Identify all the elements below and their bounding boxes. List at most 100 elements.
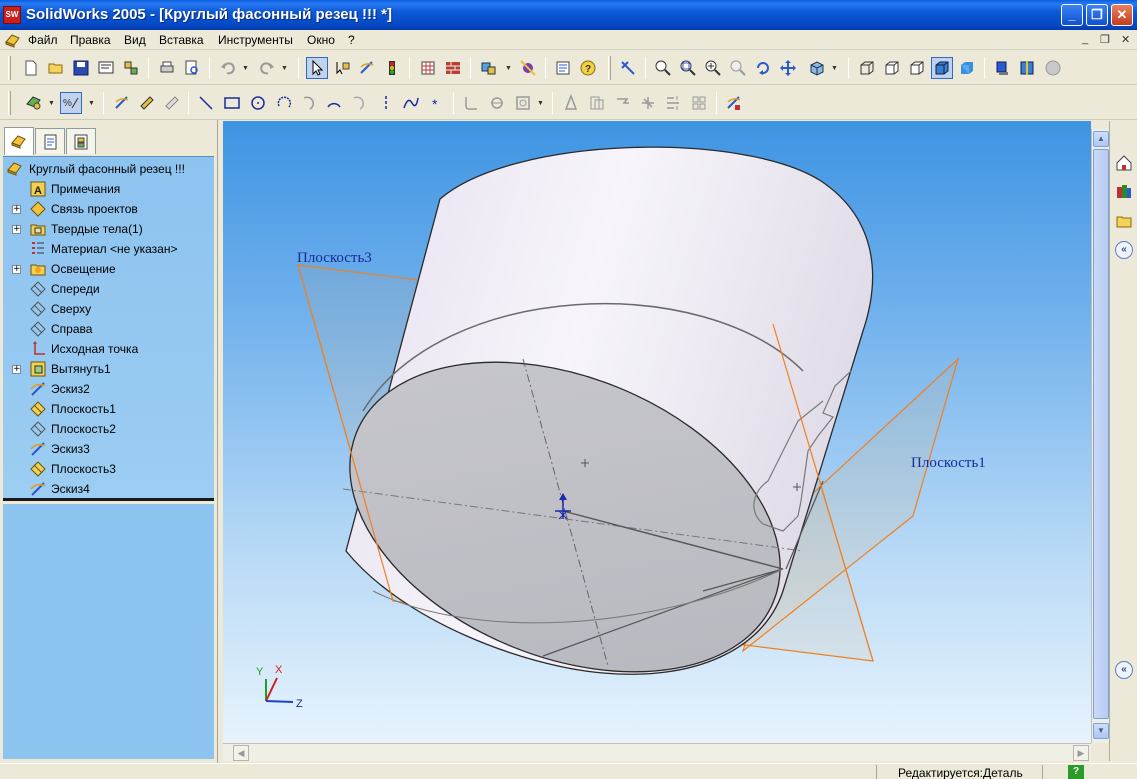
select-filter-dropdown-icon[interactable]: ▼ [48,100,55,107]
dimension-dropdown-icon[interactable]: ▼ [88,100,95,107]
toolbar-grip[interactable] [8,56,11,80]
new-document-icon[interactable] [20,57,42,79]
realview-sphere-icon[interactable] [1042,57,1064,79]
tree-item-material[interactable]: Материал <не указан> [3,239,214,259]
undo-icon[interactable] [217,57,239,79]
wireframe-icon[interactable] [856,57,878,79]
centerline-icon[interactable] [375,92,397,114]
mdi-close-button[interactable]: ✕ [1121,33,1130,46]
appearance-dropdown-icon[interactable]: ▼ [505,65,512,72]
expand-toggle-icon[interactable]: + [12,365,21,374]
convert-entities-icon[interactable] [612,92,634,114]
help-question-icon[interactable]: ? [577,57,599,79]
tree-item-plane1[interactable]: Плоскость1 [3,399,214,419]
scroll-left-button[interactable]: ◀ [233,745,249,761]
graphics-viewport[interactable]: Плоскость3 Плоскость1 Y X Z [223,121,1091,743]
model-view[interactable]: Плоскость3 Плоскость1 Y X Z [223,121,1091,743]
hidden-lines-removed-icon[interactable] [906,57,928,79]
menu-file[interactable]: Файл [28,33,58,47]
tree-item-sketch2[interactable]: Эскиз2 [3,379,214,399]
sketch-fillet-icon[interactable] [460,92,482,114]
feature-appearance-icon[interactable] [478,57,500,79]
split-entities-icon[interactable] [637,92,659,114]
view-orientation-icon[interactable] [617,57,639,79]
photoworks-icon[interactable] [517,57,539,79]
mirror-entities-icon[interactable] [512,92,534,114]
menu-window[interactable]: Окно [307,33,335,47]
scroll-right-button[interactable]: ▶ [1073,745,1089,761]
zoom-to-selection-icon[interactable] [727,57,749,79]
menu-insert[interactable]: Вставка [159,33,204,47]
view-cube-dropdown-icon[interactable]: ▼ [831,65,838,72]
status-help-icon[interactable]: ? [1068,765,1084,779]
center-arc-icon[interactable] [273,92,295,114]
menu-help[interactable]: ? [348,33,355,47]
extend-entities-icon[interactable] [586,92,608,114]
tree-item-origin[interactable]: Исходная точка [3,339,214,359]
mdi-restore-button[interactable]: ❐ [1100,33,1110,46]
horizontal-scrollbar[interactable]: ◀ ▶ [223,743,1091,761]
select-filter-icon[interactable] [23,92,45,114]
scroll-up-button[interactable]: ▲ [1093,131,1109,147]
shadows-icon[interactable] [991,57,1013,79]
scroll-down-button[interactable]: ▼ [1093,723,1109,739]
smart-dimension-icon[interactable]: % [60,92,82,114]
select-pointer-icon[interactable] [306,57,328,79]
maximize-button[interactable]: ❐ [1086,4,1108,26]
sketch-edit-icon[interactable] [356,57,378,79]
plane1-label[interactable]: Плоскость1 [911,455,986,471]
collapse-pane-icon[interactable]: « [1115,661,1133,679]
pan-view-icon[interactable] [777,57,799,79]
rotate-view-icon[interactable] [752,57,774,79]
tree-item-right-plane[interactable]: Справа [3,319,214,339]
offset-entities-icon[interactable] [486,92,508,114]
zoom-to-area-icon[interactable] [677,57,699,79]
circle-tool-icon[interactable] [247,92,269,114]
hidden-lines-visible-icon[interactable] [881,57,903,79]
linear-pattern-icon[interactable] [662,92,684,114]
toolbar-grip[interactable] [8,91,11,115]
menu-edit[interactable]: Правка [70,33,111,47]
tab-configuration-manager[interactable] [66,128,96,154]
toolbar-grip[interactable] [608,56,611,80]
menu-tools[interactable]: Инструменты [218,33,293,47]
tree-item-sketch3[interactable]: Эскиз3 [3,439,214,459]
sketch-relations-icon[interactable] [723,92,745,114]
tree-item-lighting[interactable]: + Освещение [3,259,214,279]
tree-item-extrude1[interactable]: + Вытянуть1 [3,359,214,379]
sketch-icon[interactable] [111,92,133,114]
solidworks-app-icon[interactable]: SW [3,6,21,24]
line-tool-icon[interactable] [195,92,217,114]
tree-item-solid-bodies[interactable]: + Твердые тела(1) [3,219,214,239]
minimize-button[interactable]: _ [1061,4,1083,26]
sketch-3d-icon[interactable] [161,92,183,114]
tab-property-manager[interactable] [35,128,65,154]
print-icon[interactable] [156,57,178,79]
tab-feature-manager[interactable] [4,127,34,155]
save-icon[interactable] [70,57,92,79]
print-preview-icon[interactable] [181,57,203,79]
trim-entities-icon[interactable] [560,92,582,114]
tree-item-annotations[interactable]: A Примечания [3,179,214,199]
tree-item-plane2[interactable]: Плоскость2 [3,419,214,439]
tangent-arc-icon[interactable] [298,92,320,114]
close-button[interactable]: ✕ [1111,4,1133,26]
tree-item-plane3[interactable]: Плоскость3 [3,459,214,479]
rebuild-traffic-light-icon[interactable] [381,57,403,79]
shaded-icon[interactable] [956,57,978,79]
zoom-to-fit-icon[interactable] [652,57,674,79]
design-library-icon[interactable] [1113,179,1135,203]
three-point-arc-icon[interactable] [323,92,345,114]
make-drawing-icon[interactable] [95,57,117,79]
view-cube-icon[interactable] [806,57,828,79]
open-folder-icon[interactable] [45,57,67,79]
collapse-pane-icon[interactable]: « [1115,241,1133,259]
circular-pattern-icon[interactable] [688,92,710,114]
expand-toggle-icon[interactable]: + [12,205,21,214]
rebuild-selection-icon[interactable] [331,57,353,79]
zoom-in-out-icon[interactable] [702,57,724,79]
texture-brick-icon[interactable] [442,57,464,79]
menu-view[interactable]: Вид [124,33,146,47]
shaded-with-edges-icon[interactable] [931,57,953,79]
scroll-thumb[interactable] [1093,149,1109,719]
